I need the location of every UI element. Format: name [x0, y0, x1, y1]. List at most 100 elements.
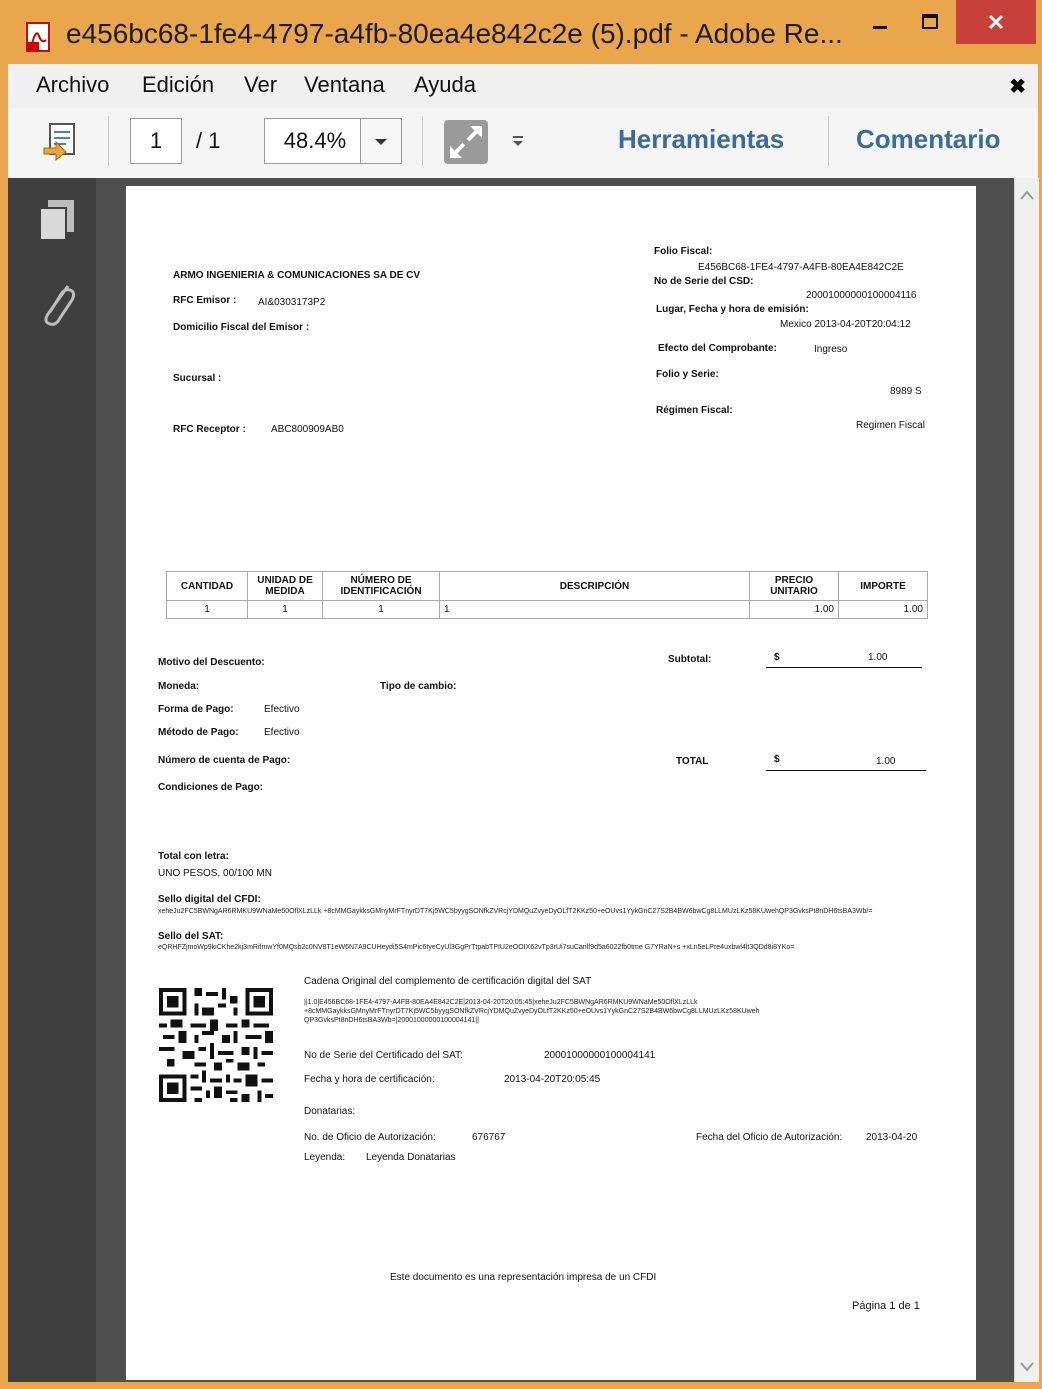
- page-number-input[interactable]: 1: [130, 118, 182, 164]
- menu-ayuda[interactable]: Ayuda: [414, 72, 476, 98]
- condiciones-label: Condiciones de Pago:: [158, 782, 264, 793]
- page-indicator: Página 1 de 1: [852, 1300, 920, 1312]
- metodo-pago-value: Efectivo: [264, 727, 300, 738]
- forma-pago-value: Efectivo: [264, 704, 300, 715]
- metodo-pago-label: Método de Pago:: [158, 727, 239, 738]
- total-letra-value: UNO PESOS, 00/100 MN: [158, 868, 272, 879]
- chevron-down-icon: [375, 139, 387, 145]
- toolbar-separator: [108, 116, 109, 166]
- efecto-value: Ingreso: [814, 344, 848, 355]
- page-total: / 1: [196, 128, 221, 153]
- rfc-receptor-value: ABC800909AB0: [271, 424, 344, 435]
- menu-bar: Archivo Edición Ver Ventana Ayuda ✖: [8, 64, 1038, 109]
- lugar-label: Lugar, Fecha y hora de emisión:: [656, 304, 809, 315]
- cell-unidad: 1: [247, 600, 323, 619]
- maximize-button[interactable]: [906, 0, 954, 44]
- pdf-page: Folio Fiscal: E456BC68-1FE4-4797-A4FB-80…: [126, 186, 976, 1380]
- toolbar-options-icon[interactable]: [508, 132, 528, 157]
- motivo-label: Motivo del Descuento:: [158, 657, 265, 668]
- sello-sat-label: Sello del SAT:: [158, 931, 224, 942]
- title-bar[interactable]: e456bc68-1fe4-4797-a4fb-80ea4e842c2e (5)…: [0, 0, 1042, 64]
- rfc-emisor-value: AI&0303173P2: [258, 297, 326, 308]
- menu-archivo[interactable]: Archivo: [36, 72, 109, 98]
- cert-sat-value: 20001000000100004141: [544, 1050, 656, 1061]
- total-letra-label: Total con letra:: [158, 851, 229, 862]
- rfc-receptor-label: RFC Receptor :: [173, 424, 246, 435]
- menu-ventana[interactable]: Ventana: [304, 72, 385, 98]
- fecha-cert-label: Fecha y hora de certificación:: [304, 1074, 435, 1085]
- cell-descripcion: 1: [439, 600, 750, 619]
- cadena-value: ||1.0|E456BC68-1FE4-4797-A4FB-80EA4E842C…: [304, 999, 760, 1024]
- acrobat-window: e456bc68-1fe4-4797-a4fb-80ea4e842c2e (5)…: [0, 0, 1042, 1389]
- cadena-label: Cadena Original del complemento de certi…: [304, 976, 592, 987]
- tools-button[interactable]: Herramientas: [618, 124, 784, 155]
- col-importe: IMPORTE: [838, 571, 928, 601]
- pages-thumbnail-icon[interactable]: [38, 198, 78, 247]
- efecto-label: Efecto del Comprobante:: [658, 343, 777, 354]
- col-descripcion: DESCRIPCIÓN: [439, 571, 750, 601]
- close-icon: [988, 14, 1004, 30]
- rfc-emisor-label: RFC Emisor :: [173, 295, 237, 306]
- navigation-pane: [8, 178, 96, 1382]
- save-to-page-icon[interactable]: [42, 122, 80, 167]
- sello-cfdi-value: xeheJu2FC5BWNgAR6RMKU9WNaMe50OflXLzLLk +…: [158, 908, 873, 915]
- cert-sat-label: No de Serie del Certificado del SAT:: [304, 1050, 463, 1061]
- vertical-scrollbar[interactable]: [1014, 178, 1039, 1382]
- menu-edicion[interactable]: Edición: [142, 72, 214, 98]
- total-currency: $: [774, 754, 780, 765]
- minimize-button[interactable]: [856, 0, 904, 44]
- pdf-file-icon: [26, 22, 52, 52]
- fecha-cert-value: 2013-04-20T20:05:45: [504, 1074, 601, 1085]
- forma-pago-label: Forma de Pago:: [158, 704, 234, 715]
- leyenda-label: Leyenda:: [304, 1152, 346, 1163]
- folio-serie-value: 8989 S: [890, 386, 922, 397]
- col-cantidad: CANTIDAD: [166, 571, 248, 601]
- serie-csd-label: No de Serie del CSD:: [654, 276, 754, 287]
- regimen-value: Regimen Fiscal: [856, 420, 925, 431]
- toolbar-separator: [422, 116, 423, 166]
- lugar-value: Mexico 2013-04-20T20:04:12: [780, 319, 911, 330]
- subtotal-underline: [766, 667, 922, 668]
- moneda-label: Moneda:: [158, 681, 200, 692]
- close-document-button[interactable]: ✖: [1009, 74, 1026, 99]
- qr-code: [155, 984, 277, 1106]
- company-name: ARMO INGENIERIA & COMUNICACIONES SA DE C…: [173, 270, 421, 281]
- close-window-button[interactable]: [956, 0, 1036, 44]
- cell-numero: 1: [322, 600, 440, 619]
- scroll-down-icon[interactable]: [1019, 1360, 1035, 1378]
- attachments-paperclip-icon[interactable]: [38, 278, 78, 333]
- menu-ver[interactable]: Ver: [244, 72, 277, 98]
- zoom-dropdown-button[interactable]: [360, 118, 402, 164]
- sello-cfdi-label: Sello digital del CFDI:: [158, 894, 261, 905]
- table-row: 1 1 1 1 1.00 1.00: [166, 600, 928, 619]
- fecha-oficio-value: 2013-04-20: [866, 1132, 918, 1143]
- total-value: 1.00: [876, 756, 896, 767]
- domicilio-label: Domicilio Fiscal del Emisor :: [173, 322, 310, 333]
- oficio-label: No. de Oficio de Autorización:: [304, 1132, 436, 1143]
- sello-sat-value: eQRHFZjmoWp9kiCKhe2kj3mRifmwYf0MQsb2c0NV…: [158, 944, 795, 951]
- folio-serie-label: Folio y Serie:: [656, 369, 719, 380]
- toolbar: 1 / 1 48.4% Herramientas Comentario: [8, 108, 1038, 179]
- fullscreen-arrows-icon[interactable]: [442, 118, 490, 171]
- fecha-oficio-label: Fecha del Oficio de Autorización:: [696, 1132, 843, 1143]
- folio-fiscal-value: E456BC68-1FE4-4797-A4FB-80EA4E842C2E: [698, 262, 904, 273]
- cell-importe: 1.00: [838, 600, 928, 619]
- col-unidad: UNIDAD DE MEDIDA: [247, 571, 323, 601]
- folio-fiscal-label: Folio Fiscal:: [654, 246, 713, 257]
- col-precio: PRECIO UNITARIO: [749, 571, 839, 601]
- comment-button[interactable]: Comentario: [856, 124, 1000, 155]
- zoom-input[interactable]: 48.4%: [264, 118, 366, 164]
- serie-csd-value: 20001000000100004116: [806, 290, 917, 301]
- subtotal-label: Subtotal:: [668, 654, 712, 665]
- tipo-cambio-label: Tipo de cambio:: [380, 681, 457, 692]
- cuenta-label: Número de cuenta de Pago:: [158, 755, 291, 766]
- window-title: e456bc68-1fe4-4797-a4fb-80ea4e842c2e (5)…: [66, 18, 843, 49]
- cell-cantidad: 1: [166, 600, 248, 619]
- subtotal-value: 1.00: [868, 652, 888, 663]
- total-underline: [766, 770, 926, 771]
- scroll-up-icon[interactable]: [1019, 188, 1035, 206]
- leyenda-value: Leyenda Donatarias: [366, 1152, 456, 1163]
- subtotal-currency: $: [774, 652, 780, 663]
- donatarias-label: Donatarias:: [304, 1106, 356, 1117]
- toolbar-separator: [828, 116, 829, 166]
